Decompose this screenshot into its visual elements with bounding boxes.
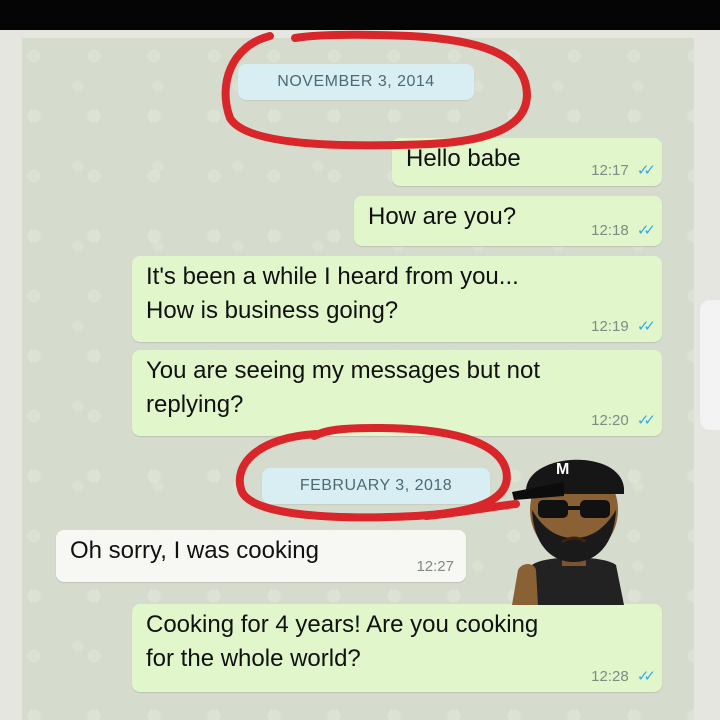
message-meta: 12:28 ✓✓ (591, 668, 656, 686)
message-meta: 12:27 (416, 558, 454, 576)
cartoon-man-avatar-icon: M (512, 459, 624, 605)
read-tick-icon: ✓✓ (636, 318, 656, 335)
message-bubble-not-replying[interactable]: You are seeing my messages but not reply… (132, 350, 662, 436)
message-bubble-oh-sorry[interactable]: Oh sorry, I was cooking 12:27 (56, 530, 466, 582)
message-bubble-cooking-years[interactable]: Cooking for 4 years! Are you cooking for… (132, 604, 662, 692)
message-text-line2: How is business going? (146, 297, 399, 324)
read-tick-icon: ✓✓ (636, 668, 656, 685)
date-divider-second: FEBRUARY 3, 2018 (262, 468, 490, 504)
date-divider-first: NOVEMBER 3, 2014 (238, 64, 474, 100)
cap-logo: M (556, 461, 569, 478)
message-text: Oh sorry, I was cooking (70, 537, 319, 564)
read-tick-icon: ✓✓ (636, 222, 656, 239)
message-time: 12:17 (591, 162, 629, 179)
message-text-line1: It's been a while I heard from you... (146, 263, 519, 290)
message-bubble-how-are-you[interactable]: How are you? 12:18 ✓✓ (354, 196, 662, 246)
message-time: 12:27 (416, 558, 454, 575)
message-bubble-hello[interactable]: Hello babe 12:17 ✓✓ (392, 138, 662, 186)
message-time: 12:28 (591, 668, 629, 685)
message-text-line1: You are seeing my messages but not (146, 357, 541, 384)
message-text-line2: for the whole world? (146, 645, 361, 672)
message-meta: 12:18 ✓✓ (591, 222, 656, 240)
scroll-edge (700, 300, 720, 430)
read-tick-icon: ✓✓ (636, 162, 656, 179)
message-bubble-business[interactable]: It's been a while I heard from you... Ho… (132, 256, 662, 342)
read-tick-icon: ✓✓ (636, 412, 656, 429)
message-meta: 12:17 ✓✓ (591, 162, 656, 180)
message-text-line1: Cooking for 4 years! Are you cooking (146, 611, 539, 638)
top-black-bar (0, 0, 720, 30)
message-meta: 12:20 ✓✓ (591, 412, 656, 430)
message-meta: 12:19 ✓✓ (591, 318, 656, 336)
message-text-line2: replying? (146, 391, 244, 418)
message-time: 12:18 (591, 222, 629, 239)
message-time: 12:19 (591, 318, 629, 335)
message-time: 12:20 (591, 412, 629, 429)
